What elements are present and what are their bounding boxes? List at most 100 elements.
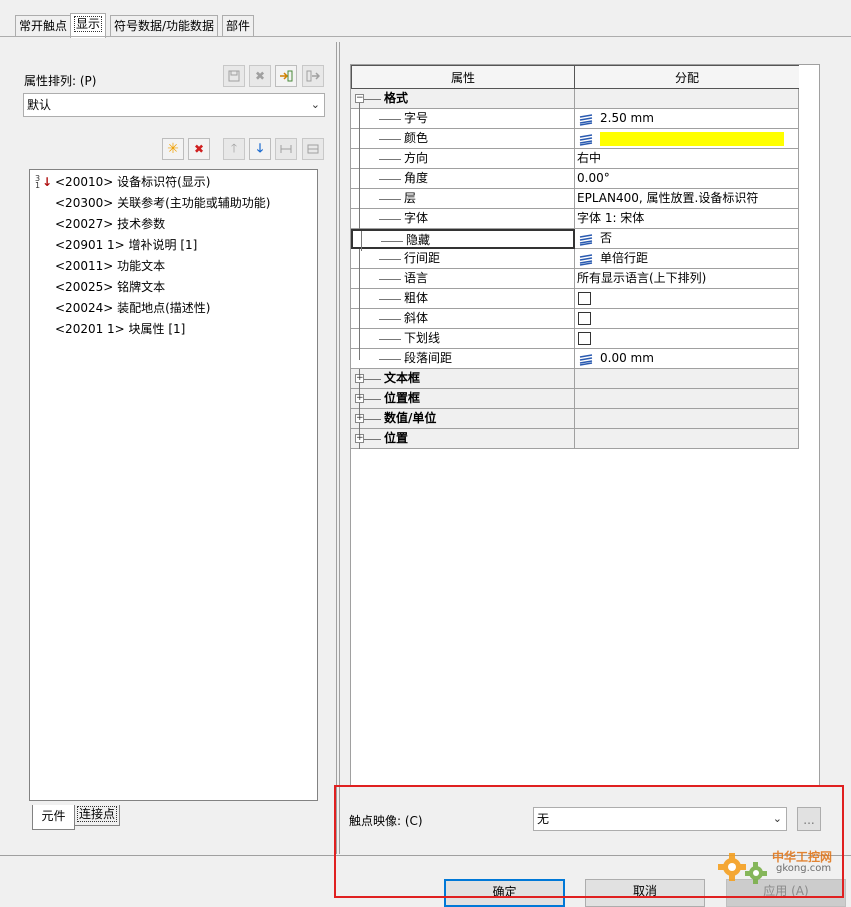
- tab-parts[interactable]: 部件: [222, 15, 255, 37]
- delete-scheme-button[interactable]: ✖: [249, 65, 271, 87]
- grid-row[interactable]: 下划线: [351, 329, 799, 349]
- merge-button[interactable]: [302, 138, 324, 160]
- tab-elements[interactable]: 元件: [32, 805, 75, 830]
- sort-scheme-dropdown[interactable]: 默认 ⌄: [23, 93, 325, 117]
- property-name-cell[interactable]: 颜色: [351, 129, 575, 149]
- property-name-cell[interactable]: + 位置: [351, 429, 575, 449]
- property-value-cell[interactable]: EPLAN400, 属性放置.设备标识符: [575, 189, 799, 209]
- tab-symbol-function-data[interactable]: 符号数据/功能数据: [110, 15, 219, 37]
- tab-connection-points[interactable]: 连接点: [74, 805, 120, 826]
- grid-row[interactable]: 字号 2.50 mm: [351, 109, 799, 129]
- tree-item[interactable]: <20025> 铭牌文本: [55, 278, 165, 296]
- expand-icon[interactable]: +: [355, 374, 364, 383]
- property-value-cell[interactable]: [575, 289, 799, 309]
- grid-row[interactable]: 粗体: [351, 289, 799, 309]
- property-name-cell[interactable]: 段落间距: [351, 349, 575, 369]
- property-value-cell[interactable]: [575, 129, 799, 149]
- layer-icon[interactable]: [578, 233, 594, 246]
- expand-icon[interactable]: +: [355, 434, 364, 443]
- property-value-cell[interactable]: 0.00°: [575, 169, 799, 189]
- tree-item[interactable]: <20010> 设备标识符(显示): [55, 173, 210, 191]
- checkbox[interactable]: [578, 332, 591, 345]
- expand-icon[interactable]: +: [355, 414, 364, 423]
- grid-row[interactable]: 斜体: [351, 309, 799, 329]
- grid-group-row[interactable]: + 文本框: [351, 369, 799, 389]
- property-name-cell[interactable]: 语言: [351, 269, 575, 289]
- property-name-cell[interactable]: 隐藏: [351, 229, 575, 251]
- split-button[interactable]: [275, 138, 297, 160]
- property-name-cell[interactable]: 斜体: [351, 309, 575, 329]
- property-value-cell[interactable]: [575, 389, 799, 409]
- import-scheme-button[interactable]: [275, 65, 297, 87]
- property-value-cell[interactable]: [575, 369, 799, 389]
- property-value-cell[interactable]: 字体 1: 宋体: [575, 209, 799, 229]
- grid-group-row[interactable]: − 格式: [351, 89, 799, 109]
- property-name-cell[interactable]: 角度: [351, 169, 575, 189]
- property-value-cell[interactable]: [575, 329, 799, 349]
- property-name-cell[interactable]: 字号: [351, 109, 575, 129]
- grid-group-row[interactable]: + 位置: [351, 429, 799, 449]
- move-up-button[interactable]: 🡑: [223, 138, 245, 160]
- property-name-cell[interactable]: + 文本框: [351, 369, 575, 389]
- export-scheme-button[interactable]: [302, 65, 324, 87]
- property-name-cell[interactable]: 字体: [351, 209, 575, 229]
- expand-icon[interactable]: +: [355, 394, 364, 403]
- move-down-button[interactable]: 🡓: [249, 138, 271, 160]
- property-value-cell[interactable]: 右中: [575, 149, 799, 169]
- grid-row[interactable]: 方向 右中: [351, 149, 799, 169]
- tree-item[interactable]: <20011> 功能文本: [55, 257, 165, 275]
- save-scheme-button[interactable]: [223, 65, 245, 87]
- tree-item[interactable]: <20201 1> 块属性 [1]: [55, 320, 185, 338]
- delete-property-button[interactable]: ✖: [188, 138, 210, 160]
- property-label: 层: [404, 191, 417, 205]
- grid-row[interactable]: 角度 0.00°: [351, 169, 799, 189]
- property-value-cell[interactable]: [575, 89, 799, 109]
- panel-splitter[interactable]: [336, 42, 340, 854]
- property-value-cell[interactable]: [575, 409, 799, 429]
- tab-display[interactable]: 显示: [70, 13, 107, 38]
- new-property-button[interactable]: ✳: [162, 138, 184, 160]
- checkbox[interactable]: [578, 312, 591, 325]
- grid-row[interactable]: 颜色: [351, 129, 799, 149]
- property-name-cell[interactable]: 粗体: [351, 289, 575, 309]
- grid-row[interactable]: 行间距 单倍行距: [351, 249, 799, 269]
- property-value: 所有显示语言(上下排列): [577, 271, 707, 285]
- tree-connector: [379, 119, 401, 120]
- tree-item[interactable]: <20024> 装配地点(描述性): [55, 299, 210, 317]
- property-name-cell[interactable]: + 数值/单位: [351, 409, 575, 429]
- layer-icon[interactable]: [578, 353, 594, 366]
- grid-row[interactable]: 字体 字体 1: 宋体: [351, 209, 799, 229]
- collapse-icon[interactable]: −: [355, 94, 364, 103]
- property-tree[interactable]: 31 ↓ <20010> 设备标识符(显示) <20300> 关联参考(主功能或…: [29, 169, 318, 801]
- grid-group-row[interactable]: + 数值/单位: [351, 409, 799, 429]
- layer-icon[interactable]: [578, 253, 594, 266]
- property-value-cell[interactable]: [575, 309, 799, 329]
- property-value: 右中: [577, 151, 602, 165]
- property-name-cell[interactable]: 方向: [351, 149, 575, 169]
- grid-row[interactable]: 语言 所有显示语言(上下排列): [351, 269, 799, 289]
- tab-normally-open-contact[interactable]: 常开触点: [15, 15, 72, 37]
- tree-item[interactable]: <20027> 技术参数: [55, 215, 165, 233]
- property-value-cell[interactable]: 否: [575, 229, 799, 249]
- color-swatch[interactable]: [600, 131, 784, 146]
- tree-item[interactable]: <20901 1> 增补说明 [1]: [55, 236, 197, 254]
- property-value-cell[interactable]: 0.00 mm: [575, 349, 799, 369]
- property-name-cell[interactable]: 行间距: [351, 249, 575, 269]
- tree-item[interactable]: <20300> 关联参考(主功能或辅助功能): [55, 194, 270, 212]
- layer-icon[interactable]: [578, 133, 594, 146]
- grid-row[interactable]: 层 EPLAN400, 属性放置.设备标识符: [351, 189, 799, 209]
- grid-row[interactable]: 隐藏 否: [351, 229, 799, 251]
- property-value-cell[interactable]: 2.50 mm: [575, 109, 799, 129]
- grid-group-row[interactable]: + 位置框: [351, 389, 799, 409]
- property-name-cell[interactable]: − 格式: [351, 89, 575, 109]
- checkbox[interactable]: [578, 292, 591, 305]
- property-grid[interactable]: 属性 分配 − 格式 字号 2.50 mm 颜色 方向 右中 角度 0.00° 层 EPLAN400…: [350, 64, 820, 787]
- property-value-cell[interactable]: 所有显示语言(上下排列): [575, 269, 799, 289]
- grid-row[interactable]: 段落间距 0.00 mm: [351, 349, 799, 369]
- property-name-cell[interactable]: + 位置框: [351, 389, 575, 409]
- property-value-cell[interactable]: 单倍行距: [575, 249, 799, 269]
- property-name-cell[interactable]: 层: [351, 189, 575, 209]
- layer-icon[interactable]: [578, 113, 594, 126]
- property-name-cell[interactable]: 下划线: [351, 329, 575, 349]
- property-value-cell[interactable]: [575, 429, 799, 449]
